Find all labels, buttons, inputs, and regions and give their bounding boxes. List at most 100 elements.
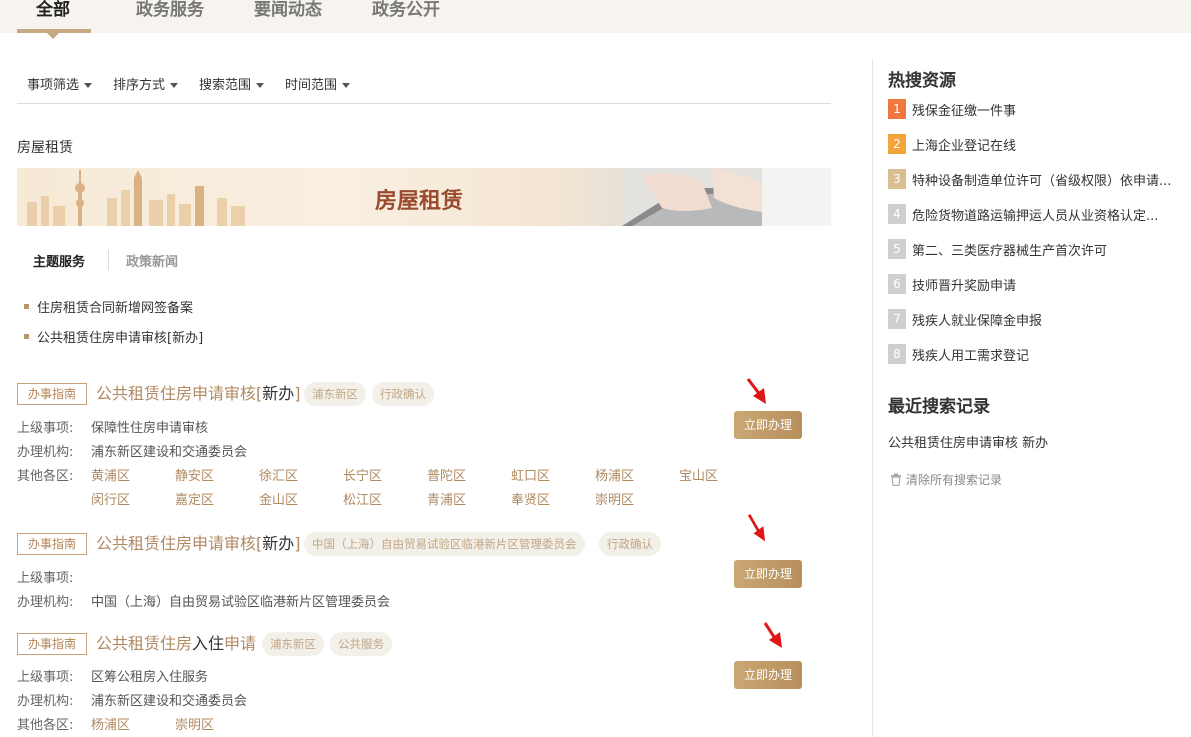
other-districts-label: 其他各区:: [17, 469, 74, 484]
district-link[interactable]: 长宁区: [343, 465, 382, 484]
list-item[interactable]: 公共租赁住房申请审核[新办]: [24, 327, 203, 346]
district-link[interactable]: 宝山区: [679, 465, 718, 484]
district-link[interactable]: 静安区: [175, 465, 214, 484]
district-link[interactable]: 杨浦区: [91, 714, 130, 733]
chevron-down-icon: [256, 83, 265, 88]
tag-pill: 中国（上海）自由贸易试验区临港新片区管理委员会: [304, 532, 585, 556]
topic-banner: 房屋租赁: [17, 168, 831, 226]
district-link[interactable]: 徐汇区: [259, 465, 298, 484]
handle-now-button[interactable]: 立即办理: [734, 661, 802, 689]
title-text: ]: [294, 384, 301, 403]
guide-badge[interactable]: 办事指南: [17, 533, 87, 555]
org-label: 办理机构:: [17, 595, 74, 610]
result-title[interactable]: 公共租赁住房入住申请: [96, 630, 256, 654]
hot-item-text: 残保金征缴一件事: [912, 104, 1017, 119]
district-link[interactable]: 闵行区: [91, 489, 130, 508]
district-link[interactable]: 嘉定区: [175, 489, 214, 508]
filter-item-type[interactable]: 事项筛选: [27, 74, 93, 93]
org-value: 浦东新区建设和交通委员会: [91, 694, 248, 709]
tab-theme-services[interactable]: 主题服务: [33, 251, 85, 270]
tab-policy-news[interactable]: 政策新闻: [126, 251, 178, 270]
active-tab-caret: [47, 33, 59, 39]
filter-label: 排序方式: [113, 78, 166, 93]
recent-search-item[interactable]: 公共租赁住房申请审核 新办: [888, 432, 1048, 451]
city-skyline-image: [27, 170, 245, 226]
rank-badge: 3: [888, 169, 906, 189]
district-link[interactable]: 青浦区: [427, 489, 466, 508]
tab-public-affairs[interactable]: 政务公开: [372, 0, 440, 33]
district-link[interactable]: 金山区: [259, 489, 298, 508]
hot-item-text: 第二、三类医疗器械生产首次许可: [912, 244, 1108, 259]
title-highlight: 入住: [192, 634, 225, 653]
filter-label: 搜索范围: [199, 78, 252, 93]
filter-time[interactable]: 时间范围: [285, 74, 351, 93]
org-value: 浦东新区建设和交通委员会: [91, 445, 248, 460]
district-link[interactable]: 松江区: [343, 489, 382, 508]
title-text: ]: [294, 534, 301, 553]
district-link[interactable]: 虹口区: [511, 465, 550, 484]
column-divider: [872, 60, 873, 737]
rank-badge: 2: [888, 134, 906, 154]
chevron-down-icon: [342, 83, 351, 88]
hot-item-text: 技师晋升奖励申请: [912, 279, 1017, 294]
filter-scope[interactable]: 搜索范围: [199, 74, 265, 93]
guide-badge[interactable]: 办事指南: [17, 383, 87, 405]
recent-searches-title: 最近搜索记录: [888, 397, 990, 417]
district-link[interactable]: 崇明区: [595, 489, 634, 508]
hot-item-text: 上海企业登记在线: [912, 139, 1017, 154]
handle-now-button[interactable]: 立即办理: [734, 411, 802, 439]
rank-badge: 5: [888, 239, 906, 259]
district-link[interactable]: 普陀区: [427, 465, 466, 484]
tag-pill: 浦东新区: [262, 632, 324, 656]
rank-badge: 1: [888, 99, 906, 119]
title-text: 公共租赁住房申请审核[: [96, 534, 263, 553]
typing-hands-image: [622, 168, 831, 226]
parent-label: 上级事项:: [17, 421, 74, 436]
hot-item-text: 特种设备制造单位许可（省级权限）依申请...: [912, 174, 1172, 189]
trash-icon: [891, 473, 901, 487]
district-link[interactable]: 奉贤区: [511, 489, 550, 508]
divider: [17, 103, 831, 104]
result-title[interactable]: 公共租赁住房申请审核[新办]: [96, 380, 301, 404]
filter-sort[interactable]: 排序方式: [113, 74, 179, 93]
guide-badge[interactable]: 办事指南: [17, 633, 87, 655]
list-item[interactable]: 住房租赁合同新增网签备案: [24, 297, 193, 316]
hot-resources-title: 热搜资源: [888, 71, 956, 91]
tag-pill: 公共服务: [330, 632, 392, 656]
parent-value: 区筹公租房入住服务: [91, 670, 209, 685]
district-link[interactable]: 杨浦区: [595, 465, 634, 484]
rank-badge: 8: [888, 344, 906, 364]
hot-item-text: 残疾人用工需求登记: [912, 349, 1030, 364]
tag-pill: 浦东新区: [304, 382, 366, 406]
org-label: 办理机构:: [17, 694, 74, 709]
result-title[interactable]: 公共租赁住房申请审核[新办]: [96, 530, 301, 554]
clear-history-button[interactable]: 清除所有搜索记录: [890, 471, 1002, 488]
chevron-down-icon: [84, 83, 93, 88]
red-arrow-icon: [747, 514, 766, 542]
filter-label: 时间范围: [285, 78, 338, 93]
rank-badge: 4: [888, 204, 906, 224]
chevron-down-icon: [170, 83, 179, 88]
rank-badge: 6: [888, 274, 906, 294]
title-highlight: 新办: [262, 384, 295, 403]
parent-value: 保障性住房申请审核: [91, 421, 209, 436]
tab-government-services[interactable]: 政务服务: [136, 0, 204, 33]
clear-history-label: 清除所有搜索记录: [906, 473, 1003, 487]
other-districts-label: 其他各区:: [17, 718, 74, 733]
title-text: 公共租赁住房: [96, 634, 193, 653]
banner-title: 房屋租赁: [375, 189, 464, 214]
district-link[interactable]: 崇明区: [175, 714, 214, 733]
org-label: 办理机构:: [17, 445, 74, 460]
parent-label: 上级事项:: [17, 571, 74, 586]
hot-item-text: 残疾人就业保障金申报: [912, 314, 1043, 329]
hot-item-text: 危险货物道路运输押运人员从业资格认定...: [912, 209, 1159, 224]
title-text: 申请: [224, 634, 257, 653]
handle-now-button[interactable]: 立即办理: [734, 560, 802, 588]
district-link[interactable]: 黄浦区: [91, 465, 130, 484]
org-value: 中国（上海）自由贸易试验区临港新片区管理委员会: [91, 595, 391, 610]
rank-badge: 7: [888, 309, 906, 329]
red-arrow-icon: [746, 378, 766, 404]
divider: [108, 250, 109, 270]
tab-news[interactable]: 要闻动态: [254, 0, 322, 33]
tag-pill: 行政确认: [599, 532, 661, 556]
